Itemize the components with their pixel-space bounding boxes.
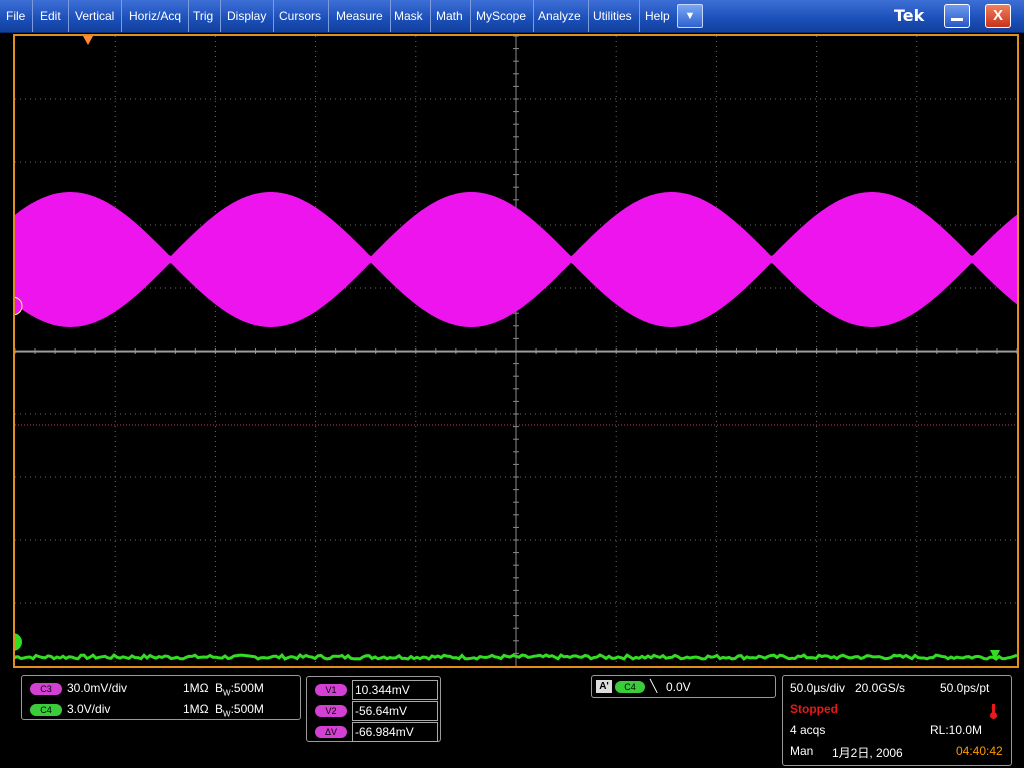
trigger-mode-badge: A' [596,680,612,693]
acquisition-count: 4 acqs [790,723,826,737]
trigger-position-marker [83,36,93,45]
trigger-level: 0.0V [666,680,691,694]
menu-cursors[interactable]: Cursors [273,0,330,32]
acquisition-mode: Man [790,744,814,758]
graticule [15,36,1017,666]
menu-horiz-acq[interactable]: Horiz/Acq [123,0,190,32]
ch4-ground-marker-icon [15,633,22,651]
trigger-readout-panel[interactable]: A' C4 ╲ 0.0V [591,675,776,698]
time: 04:40:42 [956,744,1003,758]
ch4-impedance: 1MΩ [183,702,209,716]
cursor-v1-value: 10.344mV [352,680,438,700]
brand-logo: Tek [894,6,925,25]
ch3-scale: 30.0mV/div [67,681,128,695]
menu-edit[interactable]: Edit [34,0,69,32]
timebase: 50.0µs/div [790,681,845,695]
minimize-button[interactable] [944,4,970,28]
acquisition-panel[interactable]: 50.0µs/div 20.0GS/s 50.0ps/pt Stopped 4 … [782,675,1012,766]
trigger-source-badge: C4 [615,681,645,693]
waveform-display[interactable] [13,34,1019,668]
cursor-v2-badge[interactable]: V2 [315,705,347,717]
ch3-badge[interactable]: C3 [30,683,62,695]
menu-dropdown-button[interactable]: ▼ [677,4,703,28]
cursor-delta-value: -66.984mV [352,722,438,742]
menu-myscope[interactable]: MyScope [470,0,535,32]
ch3-impedance: 1MΩ [183,681,209,695]
ch4-bandwidth: BW:500M [215,702,264,719]
ch4-scale: 3.0V/div [67,702,111,716]
menu-help[interactable]: Help [639,0,677,32]
cursor-delta-badge[interactable]: ΔV [315,726,347,738]
cursor-v1-badge[interactable]: V1 [315,684,347,696]
ch4-badge[interactable]: C4 [30,704,62,716]
menu-math[interactable]: Math [430,0,471,32]
cursor-v2-value: -56.64mV [352,701,438,721]
sample-rate: 20.0GS/s [855,681,906,695]
menu-mask[interactable]: Mask [388,0,431,32]
menu-analyze[interactable]: Analyze [532,0,589,32]
ch3-bandwidth: BW:500M [215,681,264,698]
menu-utilities[interactable]: Utilities [587,0,640,32]
acquisition-state: Stopped [790,702,838,716]
menu-vertical[interactable]: Vertical [69,0,123,32]
menu-file[interactable]: File [0,0,34,32]
menu-measure[interactable]: Measure [330,0,391,32]
record-length: RL:10.0M [930,723,983,737]
menu-trig[interactable]: Trig [187,0,222,32]
menu-bar: File Edit Vertical Horiz/Acq Trig Displa… [0,0,1024,33]
date: 1月2日, 2006 [832,746,903,760]
channel-readout-panel[interactable]: C3 30.0mV/div 1MΩ BW:500M C4 3.0V/div 1M… [21,675,301,720]
grid-lines [15,36,1017,666]
menu-display[interactable]: Display [221,0,275,32]
cursor-readout-panel[interactable]: V1 10.344mV V2 -56.64mV ΔV -66.984mV [306,676,441,742]
trigger-slope-icon: ╲ [650,679,658,693]
minimize-icon [951,18,963,21]
close-button[interactable]: X [985,4,1011,28]
resolution: 50.0ps/pt [940,681,990,695]
ch3-waveform [15,192,1017,327]
